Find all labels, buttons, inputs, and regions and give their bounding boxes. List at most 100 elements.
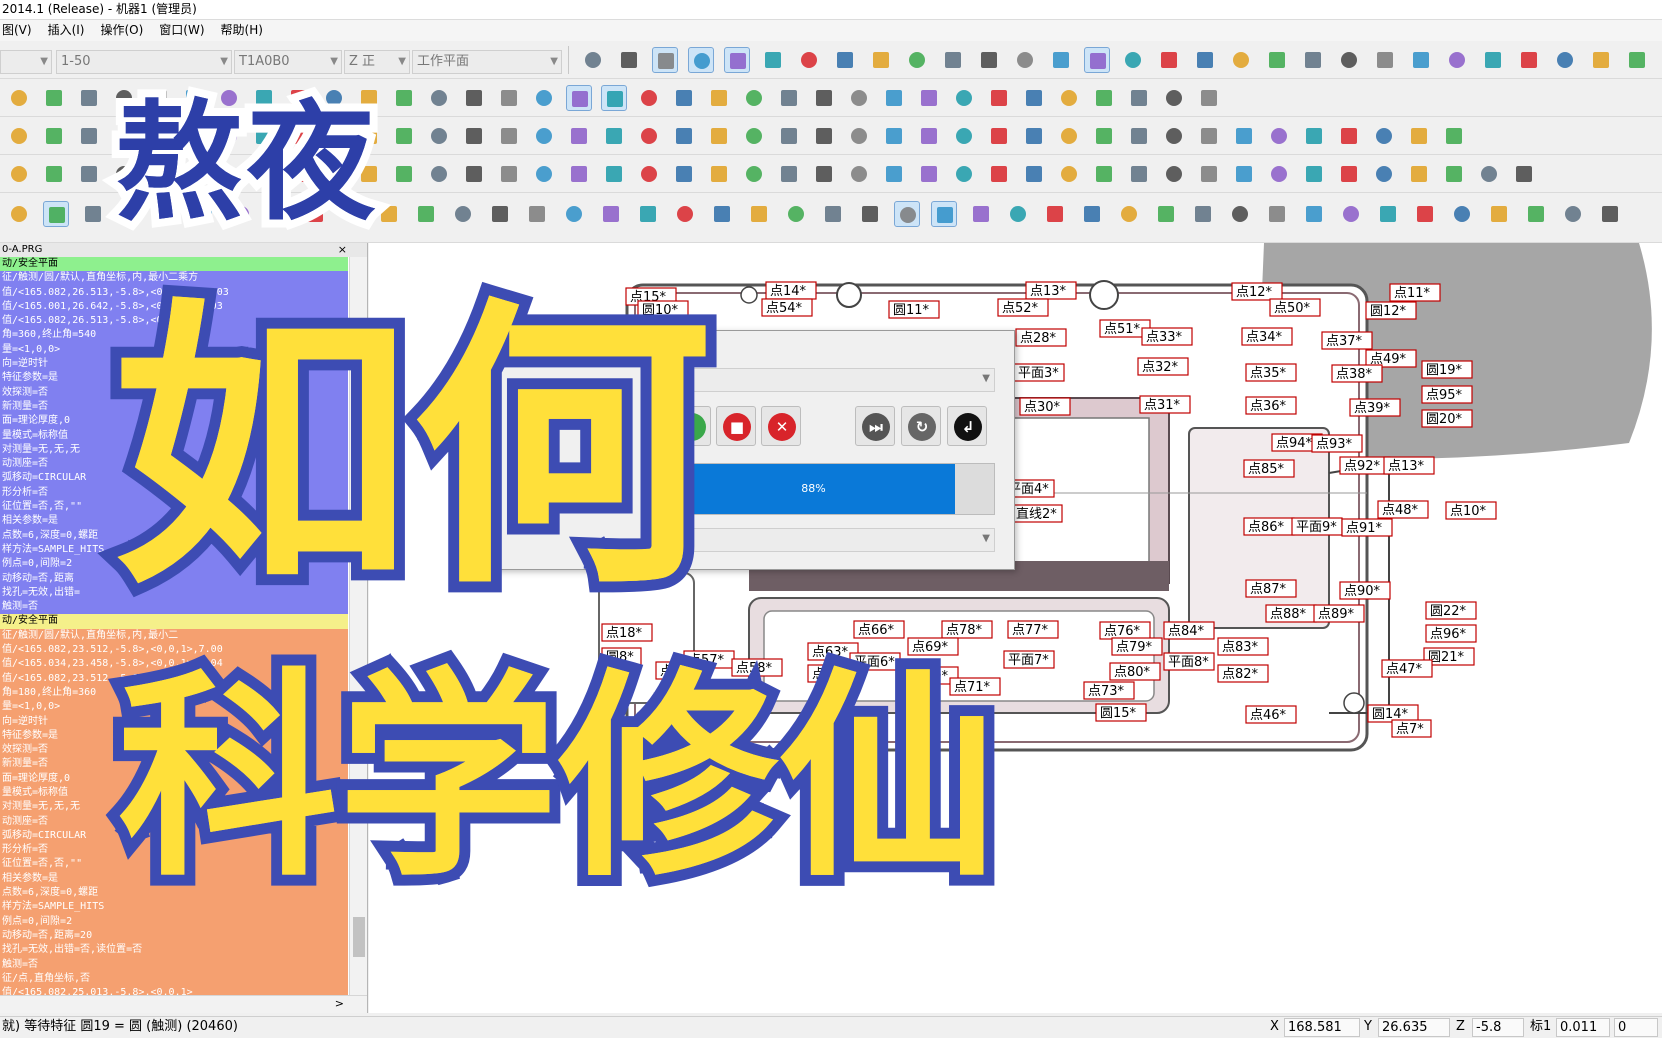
toolbar-button[interactable]	[916, 123, 942, 149]
toolbar-button[interactable]	[1444, 47, 1470, 73]
program-line[interactable]: 触测=否	[0, 957, 348, 972]
toolbar-button[interactable]	[868, 47, 894, 73]
toolbar-button[interactable]	[776, 123, 802, 149]
toolbar-button[interactable]	[566, 123, 592, 149]
toolbar-button[interactable]	[1196, 123, 1222, 149]
toolbar-button[interactable]	[496, 123, 522, 149]
toolbar-button[interactable]	[951, 123, 977, 149]
feature-label[interactable]: 点76*	[1099, 621, 1151, 640]
toolbar-button[interactable]	[6, 201, 32, 227]
toolbar-button[interactable]	[1597, 201, 1623, 227]
feature-label[interactable]: 圆11*	[888, 300, 940, 319]
toolbar-button[interactable]	[916, 161, 942, 187]
toolbar-button[interactable]	[976, 47, 1002, 73]
skip-button[interactable]: ⏭	[855, 406, 895, 446]
toolbar-button[interactable]	[1161, 123, 1187, 149]
toolbar-button[interactable]	[931, 201, 957, 227]
feature-label[interactable]: 点10*	[1445, 501, 1497, 520]
toolbar-button[interactable]	[1021, 85, 1047, 111]
toolbar-button[interactable]	[616, 47, 642, 73]
feature-label[interactable]: 点73*	[1083, 681, 1135, 700]
toolbar-button[interactable]	[636, 123, 662, 149]
toolbar-button[interactable]	[1266, 123, 1292, 149]
toolbar-button[interactable]	[652, 47, 678, 73]
toolbar-button[interactable]	[986, 161, 1012, 187]
toolbar-button[interactable]	[796, 47, 822, 73]
toolbar-button[interactable]	[1301, 123, 1327, 149]
toolbar-button[interactable]	[487, 201, 513, 227]
menu-insert[interactable]: 插入(I)	[48, 20, 85, 41]
toolbar-button[interactable]	[1196, 161, 1222, 187]
feature-label[interactable]: 点11*	[1389, 283, 1441, 302]
toolbar-button[interactable]	[671, 123, 697, 149]
feature-label[interactable]: 点34*	[1241, 327, 1293, 346]
toolbar-button[interactable]	[846, 123, 872, 149]
feature-label[interactable]: 圆19*	[1421, 360, 1473, 379]
toolbar-button[interactable]	[940, 47, 966, 73]
toolbar-button[interactable]	[6, 161, 32, 187]
toolbar-button[interactable]	[601, 85, 627, 111]
menu-operation[interactable]: 操作(O)	[100, 20, 143, 41]
toolbar-button[interactable]	[776, 161, 802, 187]
feature-label[interactable]: 点52*	[997, 298, 1049, 317]
toolbar-button[interactable]	[1021, 123, 1047, 149]
program-line[interactable]: 例点=0,间隙=2	[0, 914, 348, 929]
feature-label[interactable]: 平面3*	[1013, 363, 1065, 382]
feature-label[interactable]: 圆15*	[1095, 703, 1147, 722]
feature-label[interactable]: 点32*	[1137, 357, 1189, 376]
toolbar-button[interactable]	[671, 85, 697, 111]
toolbar-button[interactable]	[1126, 85, 1152, 111]
toolbar-button[interactable]	[846, 161, 872, 187]
toolbar-button[interactable]	[760, 47, 786, 73]
toolbar-button[interactable]	[1449, 201, 1475, 227]
toolbar-button[interactable]	[1371, 161, 1397, 187]
toolbar-button[interactable]	[413, 201, 439, 227]
toolbar-button[interactable]	[1560, 201, 1586, 227]
feature-label[interactable]: 点14*	[765, 281, 817, 300]
toolbar-button[interactable]	[1300, 47, 1326, 73]
feature-label[interactable]: 点78*	[941, 620, 993, 639]
toolbar-button[interactable]	[426, 85, 452, 111]
program-line[interactable]: 值/<165.082,25.013,-5.8>,<0,0,1>	[0, 986, 348, 995]
feature-label[interactable]: 点96*	[1425, 624, 1477, 643]
toolbar-button[interactable]	[1196, 85, 1222, 111]
toolbar-button[interactable]	[636, 85, 662, 111]
toolbar-button[interactable]	[1336, 47, 1362, 73]
feature-label[interactable]: 点92*	[1339, 456, 1391, 475]
stop-button[interactable]: ■	[716, 406, 756, 446]
toolbar-button[interactable]	[986, 85, 1012, 111]
feature-label[interactable]: 点90*	[1339, 581, 1391, 600]
toolbar-button[interactable]	[783, 201, 809, 227]
toolbar-button[interactable]	[706, 123, 732, 149]
toolbar-button[interactable]	[76, 85, 102, 111]
toolbar-button[interactable]	[1375, 201, 1401, 227]
toolbar-button[interactable]	[1516, 47, 1542, 73]
toolbar-button[interactable]	[1231, 161, 1257, 187]
toolbar-button[interactable]	[1192, 47, 1218, 73]
exec-combo-bottom[interactable]: ▼	[671, 528, 995, 552]
program-line[interactable]: 征/触测/圆/默认,直角坐标,内,最小二	[0, 628, 348, 644]
toolbar-button[interactable]	[1301, 201, 1327, 227]
toolbar-button[interactable]	[904, 47, 930, 73]
toolbar-button[interactable]	[1406, 161, 1432, 187]
toolbar-button[interactable]	[811, 123, 837, 149]
toolbar-button[interactable]	[1126, 123, 1152, 149]
program-horizontal-scrollbar[interactable]: >	[0, 995, 367, 1013]
feature-label[interactable]: 圆22*	[1425, 601, 1477, 620]
toolbar-button[interactable]	[881, 123, 907, 149]
toolbar-button[interactable]	[741, 161, 767, 187]
toolbar-button[interactable]	[1624, 47, 1650, 73]
toolbar-button[interactable]	[561, 201, 587, 227]
toolbar-button[interactable]	[1476, 161, 1502, 187]
toolbar-button[interactable]	[6, 85, 32, 111]
toolbar-button[interactable]	[916, 85, 942, 111]
feature-label[interactable]: 点86*	[1243, 517, 1295, 536]
feature-label[interactable]: 点93*	[1311, 434, 1363, 453]
feature-label[interactable]: 点13*	[1383, 456, 1435, 475]
toolbar-button[interactable]	[601, 161, 627, 187]
combo-number[interactable]: 1-50 ▼	[56, 50, 232, 74]
toolbar-button[interactable]	[968, 201, 994, 227]
program-line[interactable]: 动/安全平面	[0, 257, 348, 272]
feature-label[interactable]: 点31*	[1139, 395, 1191, 414]
exec-combo-top[interactable]: ▼	[671, 368, 995, 392]
